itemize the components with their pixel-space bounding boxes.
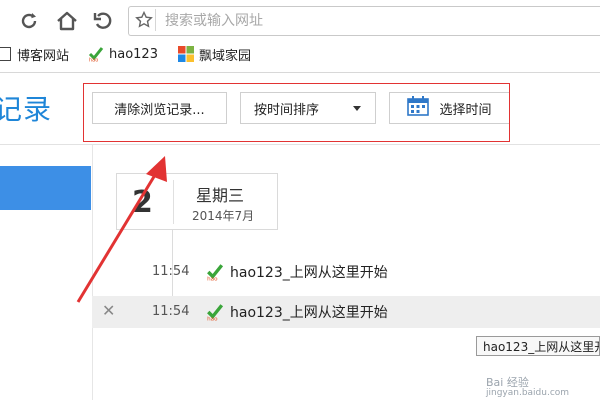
refresh-icon[interactable]	[16, 8, 42, 34]
annotation-highlight-box	[83, 83, 510, 142]
bookmark-piaoyu[interactable]: 飘域家园	[178, 42, 251, 66]
page-title: 记录	[0, 93, 53, 126]
svg-text:hao: hao	[207, 276, 218, 281]
month-label: 2014年7月	[192, 209, 255, 223]
svg-text:hao: hao	[207, 316, 218, 321]
watermark-url: jingyan.baidu.com	[486, 388, 570, 398]
tooltip: hao123_上网从这里开始	[476, 336, 600, 356]
browser-toolbar: 博客网站 hao hao123 飘域家园	[0, 0, 600, 72]
bookmark-label: 飘域家园	[199, 48, 252, 64]
hao123-icon: hao	[206, 303, 224, 322]
search-input[interactable]	[163, 10, 587, 32]
undo-icon[interactable]	[90, 8, 116, 34]
hao123-icon: hao	[206, 263, 224, 282]
entry-title[interactable]: hao123_上网从这里开始	[230, 262, 388, 282]
windows-logo-icon	[178, 46, 194, 62]
entry-title[interactable]: hao123_上网从这里开始	[230, 302, 388, 322]
bookmark-label: hao123	[109, 46, 158, 62]
star-icon[interactable]	[133, 9, 156, 31]
folder-icon	[0, 47, 11, 61]
hao123-icon: hao	[88, 46, 104, 64]
weekday-label: 星期三	[196, 186, 245, 205]
svg-text:hao: hao	[89, 58, 98, 63]
address-bar[interactable]	[128, 6, 600, 36]
annotation-arrow-icon	[76, 156, 167, 303]
bookmark-label: 博客网站	[17, 48, 70, 64]
home-icon[interactable]	[54, 8, 80, 34]
bookmark-hao123[interactable]: hao hao123	[88, 42, 158, 66]
bookmark-blog[interactable]: 博客网站	[0, 42, 69, 66]
toolbar-divider	[0, 72, 600, 73]
